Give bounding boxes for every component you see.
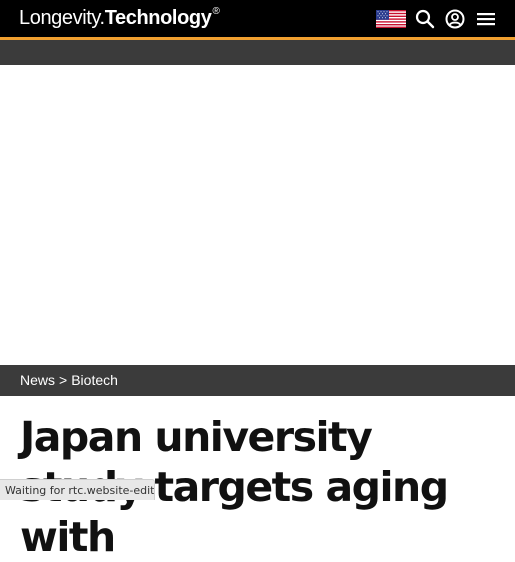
logo-registered-mark: ® (212, 6, 220, 17)
breadcrumb-item-biotech[interactable]: Biotech (71, 372, 118, 388)
us-flag-icon[interactable] (376, 10, 406, 28)
breadcrumb-item-news[interactable]: News (20, 372, 55, 388)
hamburger-menu-graphic (477, 13, 495, 26)
us-flag-graphic (376, 10, 406, 28)
search-icon-graphic (415, 9, 435, 29)
advertisement-area (0, 65, 515, 365)
search-icon[interactable] (415, 9, 435, 29)
browser-status-bar: Waiting for rtc.website-edit... (0, 479, 155, 500)
logo-bold-text: Technology (104, 7, 212, 29)
breadcrumb-separator: > (59, 372, 68, 388)
account-icon-graphic (445, 9, 465, 29)
logo-light-text: Longevity. (19, 7, 105, 29)
breadcrumb-bar: News > Biotech (0, 365, 515, 396)
breadcrumb: News > Biotech (20, 365, 118, 396)
site-header: Longevity.Technology® (0, 0, 515, 37)
account-icon[interactable] (445, 9, 465, 29)
secondary-nav-bar (0, 40, 515, 65)
site-logo[interactable]: Longevity.Technology® (19, 5, 220, 31)
hamburger-menu-icon[interactable] (476, 9, 496, 29)
